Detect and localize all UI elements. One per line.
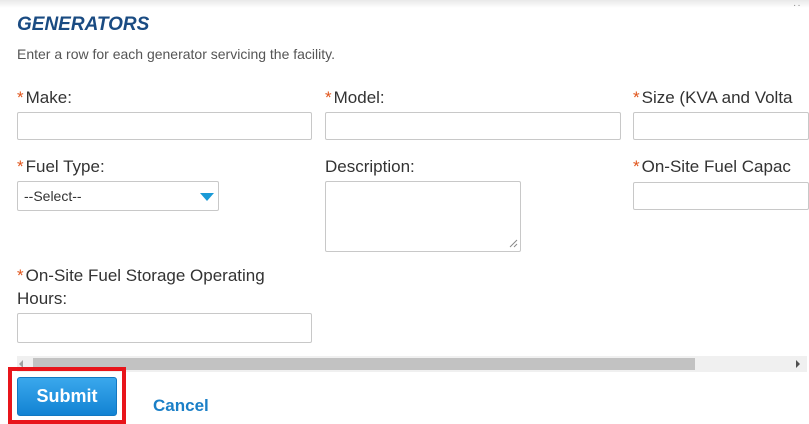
model-input[interactable] [325,112,621,140]
required-mark: * [633,157,640,176]
operating-hours-label: * On-Site Fuel Storage Operating [17,266,265,286]
make-label-text: Make: [25,88,72,107]
operating-hours-label-line2: Hours: [17,289,68,308]
make-input[interactable] [17,112,312,140]
required-mark: * [633,88,640,107]
model-label: * Model: [325,88,385,108]
submit-highlight-box [8,367,126,424]
required-mark: * [325,88,332,107]
required-mark: * [17,266,24,285]
fuel-type-label: * Fuel Type: [17,157,105,177]
size-label: * Size (KVA and Volta [633,88,793,108]
caret-down-icon[interactable] [200,193,214,201]
section-subtitle: Enter a row for each generator servicing… [17,46,336,62]
onsite-capacity-input[interactable] [633,182,809,210]
fuel-type-selected-value: --Select-- [24,188,82,204]
resize-grip-icon[interactable] [508,238,518,248]
operating-hours-input[interactable] [17,313,312,343]
scrollbar-thumb[interactable] [33,358,695,370]
operating-hours-label-line1: On-Site Fuel Storage Operating [25,266,265,285]
description-label: Description: [325,157,415,176]
panel-top-shadow [0,0,809,8]
model-label-text: Model: [333,88,385,107]
size-input[interactable] [633,112,809,140]
fuel-type-label-text: Fuel Type: [25,157,105,176]
size-label-text: Size (KVA and Volta [641,88,793,107]
scroll-right-arrow-icon[interactable] [796,360,800,368]
description-textarea[interactable] [325,181,521,252]
onsite-capacity-label-text: On-Site Fuel Capac [641,157,791,176]
required-mark: * [17,157,24,176]
required-mark: * [17,88,24,107]
onsite-capacity-label: * On-Site Fuel Capac [633,157,791,177]
close-icon[interactable]: ·· [793,0,802,11]
cancel-link[interactable]: Cancel [153,396,209,416]
fuel-type-select[interactable]: --Select-- [17,181,219,211]
generators-form-panel: ·· GENERATORS Enter a row for each gener… [0,0,809,424]
horizontal-scrollbar[interactable] [17,356,807,372]
make-label: * Make: [17,88,72,108]
section-title: GENERATORS [17,14,150,35]
